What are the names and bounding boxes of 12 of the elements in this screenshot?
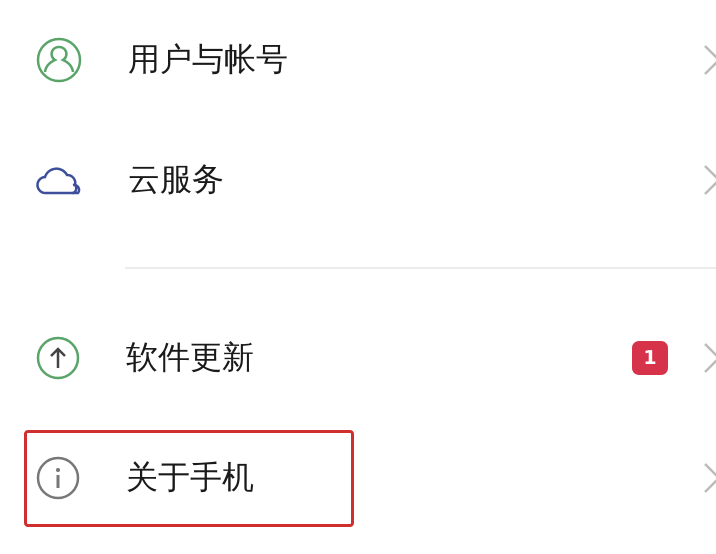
item-label: 关于手机 (126, 457, 255, 498)
count-badge: 1 (632, 341, 668, 375)
user-icon (36, 37, 82, 83)
item-label: 用户与帐号 (128, 39, 289, 80)
info-icon (36, 456, 80, 500)
settings-item[interactable]: 关于手机 (0, 418, 716, 538)
arrow-up-icon (36, 336, 80, 380)
settings-item[interactable]: 云服务 (0, 120, 716, 240)
settings-item[interactable]: 软件更新 1 (0, 298, 716, 418)
item-label: 软件更新 (126, 337, 255, 378)
item-label: 云服务 (128, 159, 225, 200)
settings-item[interactable]: 用户与帐号 (0, 0, 716, 120)
